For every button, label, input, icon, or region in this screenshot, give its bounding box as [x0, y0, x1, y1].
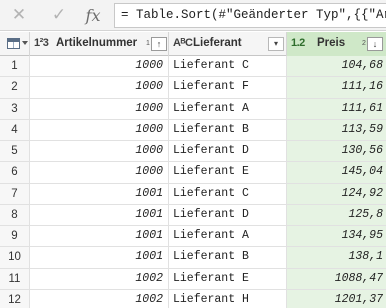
sort-order-label: 1	[146, 40, 150, 47]
data-grid: 1²3 Artikelnummer 1 ↑ AᴮC Lieferant ▾ 1.…	[0, 32, 386, 308]
cell-preis[interactable]: 130,56	[287, 141, 386, 162]
cell-lieferant[interactable]: Lieferant H	[169, 289, 287, 308]
cell-artikelnummer[interactable]: 1000	[30, 119, 169, 140]
cell-artikelnummer[interactable]: 1000	[30, 141, 169, 162]
table-menu-button[interactable]	[0, 32, 30, 56]
cell-lieferant[interactable]: Lieferant B	[169, 119, 287, 140]
sort-ascending-icon[interactable]: ↑	[151, 37, 167, 51]
cell-artikelnummer[interactable]: 1001	[30, 226, 169, 247]
row-number[interactable]: 7	[0, 183, 30, 204]
table-row[interactable]: 1 1000 Lieferant C 104,68	[0, 56, 386, 78]
table-row[interactable]: 5 1000 Lieferant D 130,56	[0, 141, 386, 163]
formula-bar: ✕ ✓ fx = Table.Sort(#"Geänderter Typ",{{…	[0, 0, 386, 31]
cell-preis[interactable]: 145,04	[287, 162, 386, 183]
whole-number-type-icon[interactable]: 1²3	[34, 37, 49, 49]
cell-artikelnummer[interactable]: 1001	[30, 183, 169, 204]
table-body: 1 1000 Lieferant C 104,68 2 1000 Liefera…	[0, 56, 386, 308]
cell-lieferant[interactable]: Lieferant D	[169, 141, 287, 162]
table-row[interactable]: 6 1000 Lieferant E 145,04	[0, 162, 386, 184]
table-row[interactable]: 2 1000 Lieferant F 111,16	[0, 77, 386, 99]
row-number[interactable]: 5	[0, 141, 30, 162]
row-number[interactable]: 8	[0, 204, 30, 225]
formula-input[interactable]: = Table.Sort(#"Geänderter Typ",{{"Artike	[114, 3, 386, 28]
decimal-type-icon[interactable]: 1.2	[291, 37, 305, 49]
cell-lieferant[interactable]: Lieferant C	[169, 56, 287, 77]
text-type-icon[interactable]: AᴮC	[173, 37, 193, 49]
confirm-icon[interactable]: ✓	[46, 3, 72, 27]
row-number[interactable]: 6	[0, 162, 30, 183]
sort-descending-icon[interactable]: ↓	[367, 37, 383, 51]
cancel-icon[interactable]: ✕	[6, 3, 32, 27]
row-number[interactable]: 11	[0, 268, 30, 289]
column-title: Lieferant	[193, 37, 242, 49]
cell-lieferant[interactable]: Lieferant B	[169, 247, 287, 268]
cell-preis[interactable]: 124,92	[287, 183, 386, 204]
cell-lieferant[interactable]: Lieferant F	[169, 77, 287, 98]
filter-dropdown-icon[interactable]: ▾	[268, 37, 284, 51]
cell-preis[interactable]: 111,61	[287, 98, 386, 119]
cell-preis[interactable]: 125,8	[287, 204, 386, 225]
cell-lieferant[interactable]: Lieferant C	[169, 183, 287, 204]
cell-artikelnummer[interactable]: 1000	[30, 162, 169, 183]
table-row[interactable]: 9 1001 Lieferant A 134,95	[0, 226, 386, 248]
chevron-down-icon	[22, 41, 28, 45]
cell-preis[interactable]: 1088,47	[287, 268, 386, 289]
cell-preis[interactable]: 104,68	[287, 56, 386, 77]
cell-artikelnummer[interactable]: 1000	[30, 98, 169, 119]
cell-preis[interactable]: 138,1	[287, 247, 386, 268]
table-row[interactable]: 3 1000 Lieferant A 111,61	[0, 98, 386, 120]
table-row[interactable]: 11 1002 Lieferant E 1088,47	[0, 268, 386, 290]
cell-artikelnummer[interactable]: 1001	[30, 204, 169, 225]
column-header-row: 1²3 Artikelnummer 1 ↑ AᴮC Lieferant ▾ 1.…	[0, 32, 386, 56]
row-number[interactable]: 12	[0, 289, 30, 308]
row-number[interactable]: 10	[0, 247, 30, 268]
row-number[interactable]: 3	[0, 98, 30, 119]
column-title: Preis	[317, 37, 346, 49]
row-number[interactable]: 4	[0, 119, 30, 140]
cell-preis[interactable]: 111,16	[287, 77, 386, 98]
cell-lieferant[interactable]: Lieferant A	[169, 98, 287, 119]
fx-icon[interactable]: fx	[80, 3, 106, 27]
table-row[interactable]: 8 1001 Lieferant D 125,8	[0, 204, 386, 226]
table-row[interactable]: 10 1001 Lieferant B 138,1	[0, 247, 386, 269]
table-row[interactable]: 4 1000 Lieferant B 113,59	[0, 119, 386, 141]
cell-lieferant[interactable]: Lieferant E	[169, 162, 287, 183]
cell-artikelnummer[interactable]: 1002	[30, 289, 169, 308]
cell-artikelnummer[interactable]: 1002	[30, 268, 169, 289]
column-title: Artikelnummer	[56, 37, 138, 49]
cell-preis[interactable]: 1201,37	[287, 289, 386, 308]
table-row[interactable]: 12 1002 Lieferant H 1201,37	[0, 289, 386, 308]
column-header-lieferant[interactable]: AᴮC Lieferant ▾	[169, 32, 287, 56]
table-icon	[7, 38, 20, 49]
row-number[interactable]: 9	[0, 226, 30, 247]
column-header-artikelnummer[interactable]: 1²3 Artikelnummer 1 ↑	[30, 32, 169, 56]
cell-artikelnummer[interactable]: 1000	[30, 56, 169, 77]
cell-lieferant[interactable]: Lieferant A	[169, 226, 287, 247]
table-row[interactable]: 7 1001 Lieferant C 124,92	[0, 183, 386, 205]
cell-lieferant[interactable]: Lieferant D	[169, 204, 287, 225]
cell-artikelnummer[interactable]: 1000	[30, 77, 169, 98]
column-header-preis[interactable]: 1.2 Preis 2 ↓	[287, 32, 386, 56]
cell-artikelnummer[interactable]: 1001	[30, 247, 169, 268]
cell-lieferant[interactable]: Lieferant E	[169, 268, 287, 289]
row-number[interactable]: 1	[0, 56, 30, 77]
cell-preis[interactable]: 134,95	[287, 226, 386, 247]
sort-order-label: 2	[362, 40, 366, 47]
cell-preis[interactable]: 113,59	[287, 119, 386, 140]
row-number[interactable]: 2	[0, 77, 30, 98]
